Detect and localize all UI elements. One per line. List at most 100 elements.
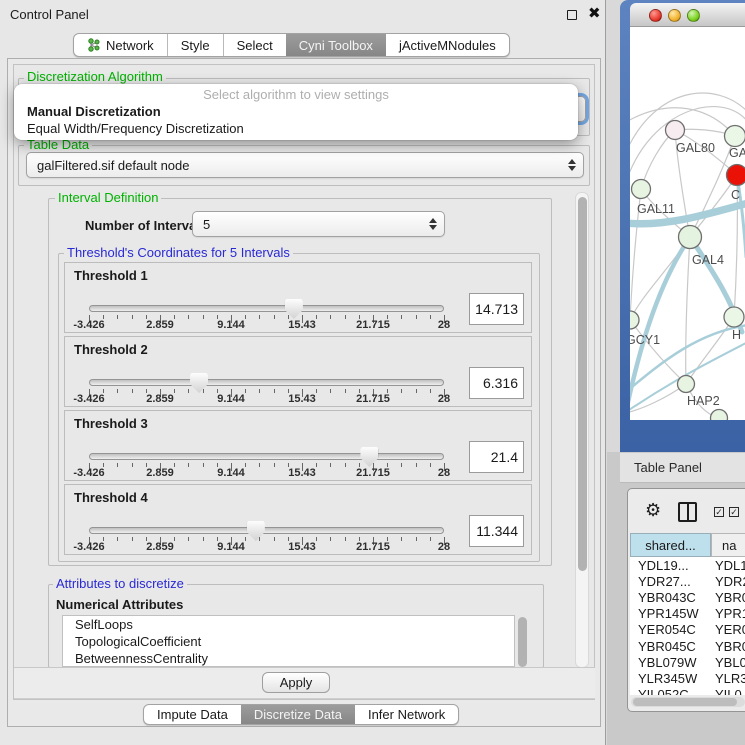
tick-mark — [345, 315, 346, 319]
threshold-slider-track[interactable] — [89, 527, 444, 534]
mac-minimize-button[interactable] — [668, 9, 681, 22]
scale-label: 28 — [438, 467, 450, 479]
tick-mark — [274, 537, 275, 541]
network-icon — [87, 38, 100, 52]
attributes-list-scrollbar[interactable] — [518, 617, 527, 667]
cell-shared-name: YBR043C — [630, 590, 706, 605]
table-row[interactable]: YBR045CYBR0 — [630, 638, 745, 654]
network-node[interactable] — [727, 165, 745, 186]
number-of-intervals-combo[interactable]: 5 — [192, 211, 445, 237]
network-node[interactable] — [666, 121, 685, 140]
column-header-name[interactable]: na — [711, 533, 745, 557]
dropdown-item-equal-width[interactable]: Equal Width/Frequency Discretization — [27, 121, 244, 136]
table-horizontal-scrollbar[interactable] — [631, 697, 745, 707]
checkbox-icon[interactable]: ✓ — [714, 507, 724, 517]
panel-vertical-scrollbar[interactable] — [575, 192, 589, 668]
tab-label: Impute Data — [157, 707, 228, 722]
tab-style[interactable]: Style — [167, 34, 223, 56]
table-data-combo-value: galFiltered.sif default node — [37, 158, 566, 173]
network-edge[interactable] — [686, 317, 734, 384]
dropdown-item-manual-discretization[interactable]: Manual Discretization — [27, 104, 161, 119]
attribute-list-item[interactable]: BetweennessCentrality — [63, 650, 514, 667]
cell-name: YBL0 — [706, 655, 745, 670]
close-icon[interactable]: ✖ — [588, 4, 601, 22]
tick-mark — [203, 315, 204, 319]
thresholds-group-title: Threshold's Coordinates for 5 Intervals — [64, 246, 293, 260]
network-node[interactable] — [679, 226, 702, 249]
table-row[interactable]: YER054CYER0 — [630, 622, 745, 638]
network-canvas[interactable]: GAL80GACGAL11GAL4GCY1HHAP2 — [630, 27, 745, 420]
column-header-shared-name[interactable]: shared... — [630, 533, 711, 557]
tab-select[interactable]: Select — [223, 34, 286, 56]
network-node[interactable] — [678, 376, 695, 393]
table-row[interactable]: YDR27...YDR2 — [630, 573, 745, 589]
network-node[interactable] — [630, 311, 639, 329]
threshold-label: Threshold 3 — [74, 416, 148, 431]
apply-button[interactable]: Apply — [262, 672, 330, 693]
network-node[interactable] — [725, 126, 745, 147]
combo-arrows-icon — [427, 218, 438, 230]
bottom-tab-impute-data[interactable]: Impute Data — [144, 705, 241, 724]
control-panel-titlebar: Control Panel ✖ — [0, 0, 605, 28]
threshold-label: Threshold 2 — [74, 342, 148, 357]
scrollbar-thumb[interactable] — [633, 698, 737, 706]
network-node[interactable] — [724, 307, 744, 327]
scale-label: 21.715 — [356, 541, 390, 553]
scrollbar-thumb[interactable] — [578, 197, 587, 571]
bottom-tab-infer-network[interactable]: Infer Network — [355, 705, 458, 724]
bottom-tab-discretize-data[interactable]: Discretize Data — [241, 705, 355, 724]
tick-mark — [203, 463, 204, 467]
threshold-value-field[interactable]: 14.713 — [469, 293, 524, 325]
tab-label: Cyni Toolbox — [299, 38, 373, 53]
cell-name: YER0 — [706, 622, 745, 637]
table-data-combo[interactable]: galFiltered.sif default node — [26, 152, 584, 178]
network-node[interactable] — [711, 410, 728, 421]
table-row[interactable]: YBL079WYBL0 — [630, 654, 745, 670]
threshold-value-field[interactable]: 11.344 — [469, 515, 524, 547]
tick-mark — [274, 389, 275, 393]
combo-arrows-icon — [566, 159, 577, 171]
threshold-slider-thumb[interactable] — [360, 447, 378, 467]
network-edge[interactable] — [630, 384, 686, 413]
columns-icon[interactable] — [678, 502, 697, 522]
tab-network[interactable]: Network — [74, 34, 167, 56]
tab-cyni-toolbox[interactable]: Cyni Toolbox — [286, 34, 386, 56]
node-label: GAL4 — [692, 253, 724, 267]
table-row[interactable]: YDL19...YDL1 — [630, 557, 745, 573]
threshold-slider-track[interactable] — [89, 453, 444, 460]
threshold-slider-thumb[interactable] — [190, 373, 208, 393]
tick-mark — [430, 463, 431, 467]
threshold-slider-thumb[interactable] — [247, 521, 265, 541]
attribute-list-item[interactable]: SelfLoops — [63, 616, 514, 633]
gear-icon[interactable]: ⚙ — [645, 501, 661, 519]
network-edge[interactable] — [686, 237, 690, 384]
table-row[interactable]: YIL052CYIL0 — [630, 687, 745, 696]
network-edge[interactable] — [641, 130, 675, 189]
table-window: ⚙ ✓ ✓ shared... na YDL19...YDL1YDR27...Y… — [627, 488, 745, 712]
discretization-algorithm-title: Discretization Algorithm — [24, 70, 166, 84]
mac-close-button[interactable] — [649, 9, 662, 22]
numerical-attributes-list[interactable]: SelfLoopsTopologicalCoefficientBetweenne… — [62, 615, 515, 667]
checkbox-icon[interactable]: ✓ — [729, 507, 739, 517]
table-row[interactable]: YBR043CYBR0 — [630, 589, 745, 605]
threshold-value-field[interactable]: 6.316 — [469, 367, 524, 399]
table-rows: YDL19...YDL1YDR27...YDR2YBR043CYBR0YPR14… — [630, 557, 745, 695]
tick-mark — [416, 315, 417, 319]
node-label: H — [732, 328, 741, 342]
attribute-list-item[interactable]: TopologicalCoefficient — [63, 633, 514, 650]
mac-zoom-button[interactable] — [687, 9, 700, 22]
tab-jactivemnodules[interactable]: jActiveMNodules — [386, 34, 509, 56]
table-row[interactable]: YPR145WYPR1 — [630, 606, 745, 622]
float-window-icon[interactable] — [567, 10, 577, 20]
dropdown-hint: Select algorithm to view settings — [14, 87, 578, 102]
scale-label: 28 — [438, 319, 450, 331]
threshold-value-field[interactable]: 21.4 — [469, 441, 524, 473]
cell-shared-name: YLR345W — [630, 671, 706, 686]
threshold-slider-track[interactable] — [89, 379, 444, 386]
threshold-slider-track[interactable] — [89, 305, 444, 312]
network-node[interactable] — [632, 180, 651, 199]
tick-mark — [401, 315, 402, 319]
threshold-panel: Threshold 3 -3.4262.8599.14415.4321.7152… — [64, 410, 532, 481]
table-row[interactable]: YLR345WYLR3 — [630, 670, 745, 686]
tick-mark — [345, 389, 346, 393]
